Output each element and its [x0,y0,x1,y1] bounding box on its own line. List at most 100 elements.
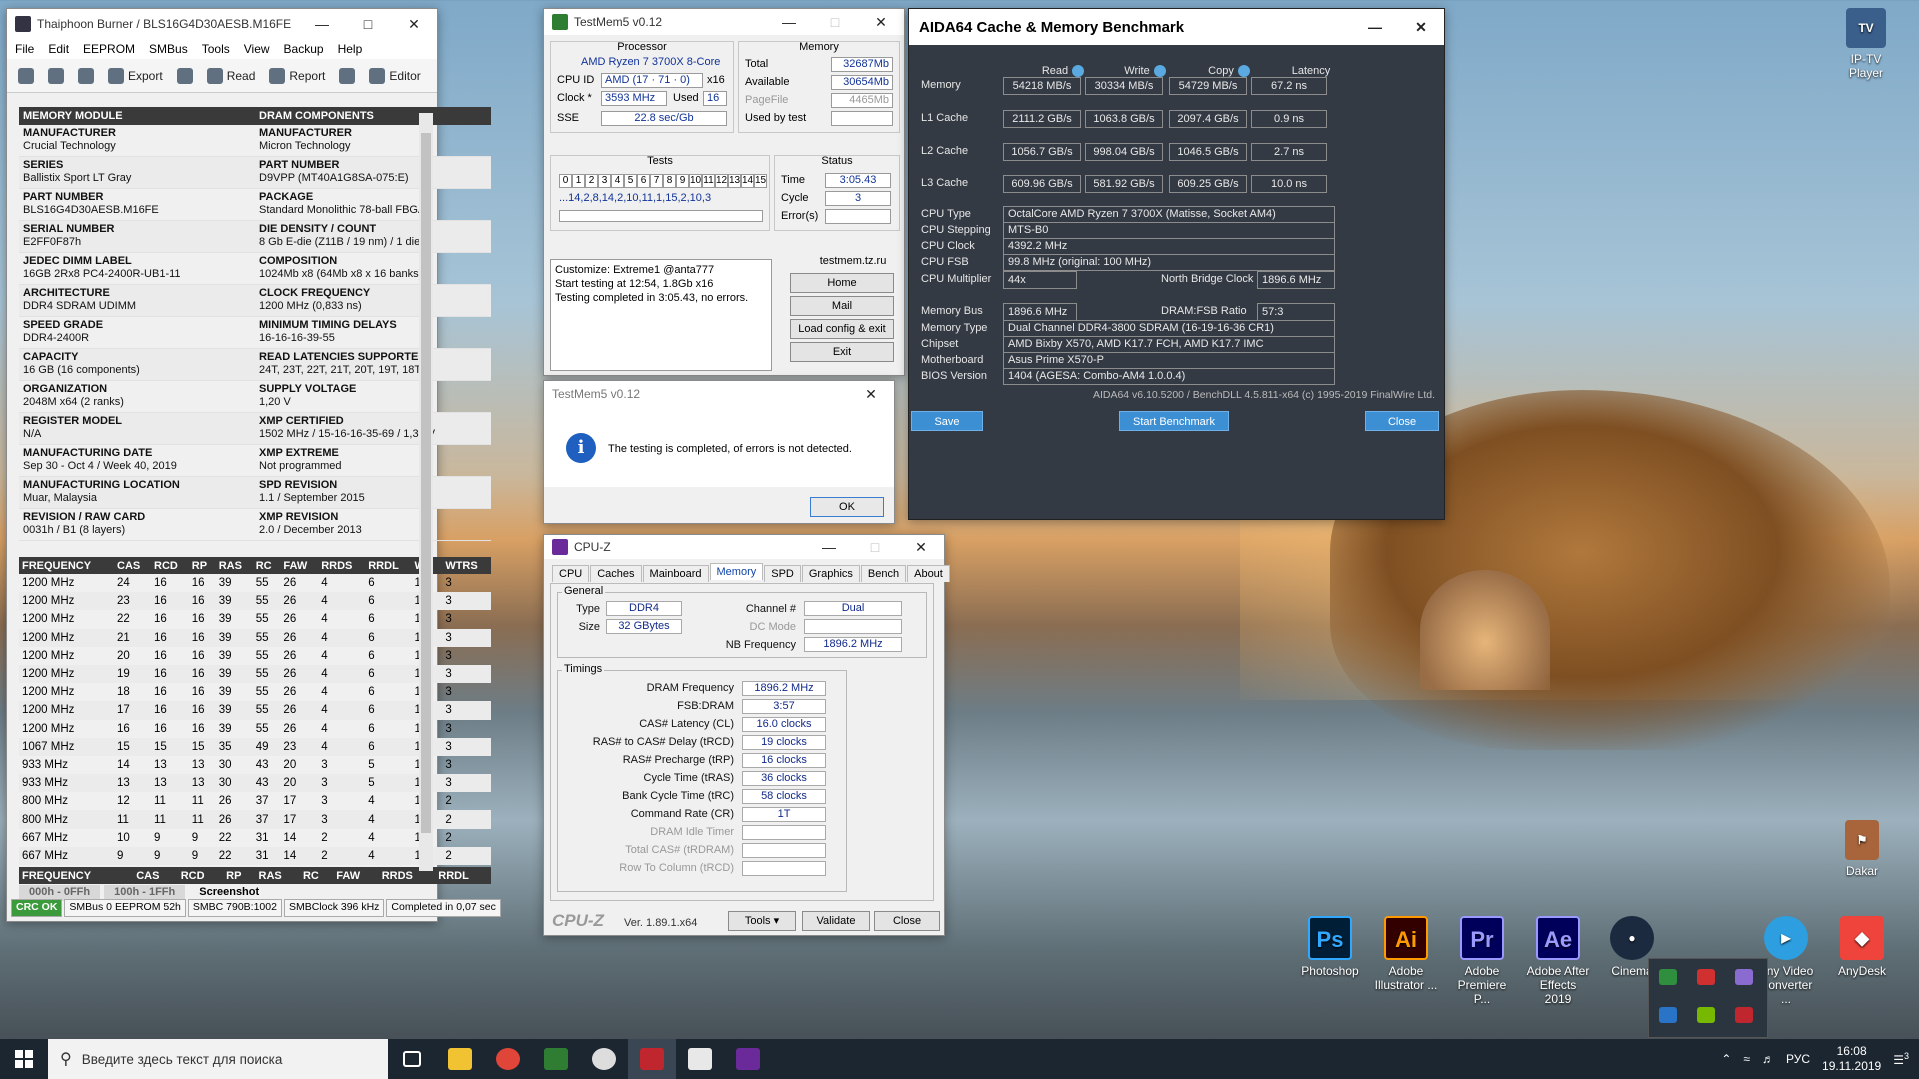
menu-tools[interactable]: Tools [202,42,230,56]
timing-cell: 31 [252,846,281,865]
desktop-premiere[interactable]: Pr Adobe Premiere P... [1450,916,1514,1006]
close-cpuz-button[interactable]: Close [874,911,940,931]
tab-spd[interactable]: SPD [764,565,801,582]
ok-button[interactable]: OK [810,497,884,517]
timing-cell: 3 [445,722,452,735]
security-tray-icon[interactable] [1659,969,1677,985]
tray-overflow-icon[interactable]: ⌃ [1721,1052,1731,1066]
desktop-after-effects[interactable]: Ae Adobe After Effects 2019 [1526,916,1590,1006]
export-button[interactable]: Export [103,63,168,89]
task-view-button[interactable] [388,1039,436,1079]
dialog-titlebar[interactable]: TestMem5 v0.12 ✕ [544,381,894,407]
aida64-tray-icon[interactable] [1735,1007,1753,1023]
spd-field-name: XMP REVISION [259,511,339,523]
menu-view[interactable]: View [244,42,270,56]
start-button[interactable] [0,1039,48,1079]
tab-bench[interactable]: Bench [860,565,907,582]
menu-help[interactable]: Help [338,42,363,56]
close-button[interactable]: ✕ [1398,19,1444,36]
exit-button[interactable]: Exit [790,342,894,362]
editor-button[interactable]: Editor [364,63,425,89]
dram-fsb-value: 57:3 [1257,303,1335,321]
save-button[interactable]: Save [911,411,983,431]
lock-icon [176,67,193,84]
site-link[interactable]: testmem.tz.ru [806,255,900,267]
desktop-dakar[interactable]: ⚑ Dakar [1830,820,1894,878]
wizard-button[interactable] [13,63,39,89]
menu-edit[interactable]: Edit [48,42,69,56]
desktop-iptv-player[interactable]: TV IP-TV Player [1834,8,1898,80]
cpuz-titlebar[interactable]: CPU-Z — □ ✕ [544,535,944,559]
menu-eeprom[interactable]: EEPROM [83,42,135,56]
save-button[interactable] [73,63,99,89]
tab-about[interactable]: About [907,565,950,582]
log-box[interactable]: Customize: Extreme1 @anta777 Start testi… [550,259,772,371]
start-benchmark-button[interactable]: Start Benchmark [1119,411,1229,431]
tab-memory[interactable]: Memory [709,563,764,580]
taskbar-testmem5[interactable] [532,1039,580,1079]
tab-caches[interactable]: Caches [590,565,642,582]
desktop-anydesk[interactable]: ◆ AnyDesk [1830,916,1894,978]
window-icon [688,1048,712,1070]
timing-column-header: FREQUENCY [19,557,115,574]
vertical-scrollbar[interactable] [419,113,433,871]
desktop-illustrator[interactable]: Ai Adobe Illustrator ... [1374,916,1438,992]
tools-button[interactable]: Tools ▾ [728,911,796,931]
timing-cell: 39 [215,701,253,720]
taskbar-search[interactable]: ⚲ Введите здесь текст для поиска [48,1039,388,1079]
minimize-button[interactable]: — [1352,19,1398,35]
any-video-converter-icon: ▶ [1764,916,1808,960]
menu-file[interactable]: File [15,42,34,56]
thaiphoon-titlebar[interactable]: Thaiphoon Burner / BLS16G4D30AESB.M16FE … [7,9,437,39]
notification-center-icon[interactable]: ☰3 [1893,1051,1909,1067]
maximize-button[interactable]: □ [345,16,391,32]
open-button[interactable] [43,63,69,89]
taskbar-aida64[interactable] [628,1039,676,1079]
taskbar-explorer[interactable] [436,1039,484,1079]
timing-cell: 11 [114,810,152,829]
mail-button[interactable]: Mail [790,296,894,316]
taskbar-testmem-dialog[interactable] [676,1039,724,1079]
timing-cell: 55 [252,701,281,720]
scrollbar-thumb[interactable] [421,133,431,833]
minimize-button[interactable]: — [806,539,852,555]
menu-backup[interactable]: Backup [284,42,324,56]
spd-field-name: SPD REVISION [259,479,338,491]
menu-smbus[interactable]: SMBus [149,42,188,56]
spd-cell-l: ARCHITECTURE DDR4 SDRAM UDIMM [19,285,255,316]
close-dialog-button[interactable]: Close [1365,411,1439,431]
network-tray-icon[interactable] [1659,1007,1677,1023]
clock[interactable]: 16:08 19.11.2019 [1822,1044,1881,1074]
load-config-exit-button[interactable]: Load config & exit [790,319,894,339]
aida-titlebar[interactable]: AIDA64 Cache & Memory Benchmark — ✕ [909,9,1444,45]
language-indicator[interactable]: РУС [1786,1052,1810,1066]
info-label: Motherboard [921,354,984,366]
feather-tray-icon[interactable] [1735,969,1753,985]
wifi-icon[interactable]: ≈ [1743,1052,1750,1066]
testmem5-titlebar[interactable]: TestMem5 v0.12 — □ ✕ [544,9,904,35]
tab-mainboard[interactable]: Mainboard [642,565,709,582]
read-button[interactable]: Read [202,63,261,89]
validate-button[interactable]: Validate [802,911,870,931]
dialog-close-button[interactable]: ✕ [848,386,894,403]
lock-button[interactable] [172,63,198,89]
spd-field-value: E2FF0F87h [23,236,82,248]
volume-icon[interactable]: ♬ [1762,1052,1774,1066]
tab-cpu[interactable]: CPU [552,565,590,582]
desktop-photoshop[interactable]: Ps Photoshop [1298,916,1362,978]
minimize-button[interactable]: — [299,16,345,32]
tools-button[interactable] [334,63,360,89]
recorder-tray-icon[interactable] [1697,969,1715,985]
close-button[interactable]: ✕ [858,14,904,31]
taskbar-thaiphoon[interactable] [580,1039,628,1079]
nvidia-tray-icon[interactable] [1697,1007,1715,1023]
home-button[interactable]: Home [790,273,894,293]
taskbar-cpuz[interactable] [724,1039,772,1079]
report-button[interactable]: Report [264,63,330,89]
close-button[interactable]: ✕ [898,539,944,556]
tab-graphics[interactable]: Graphics [801,565,860,582]
taskbar-chrome[interactable] [484,1039,532,1079]
minimize-button[interactable]: — [766,14,812,30]
timing-cell: 55 [252,664,281,684]
close-button[interactable]: ✕ [391,16,437,33]
